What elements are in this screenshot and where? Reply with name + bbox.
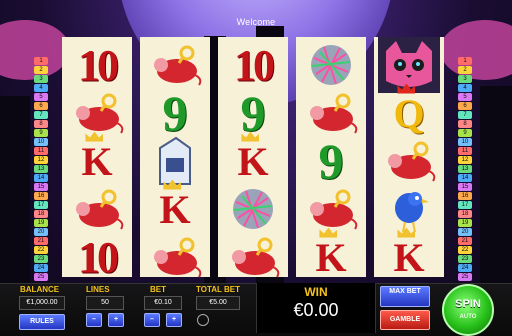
reel-4: 9K xyxy=(296,37,366,280)
auto-label: AUTO xyxy=(459,314,477,320)
payline-indicator: 15 xyxy=(458,183,472,191)
lines-decrease-button[interactable]: – xyxy=(86,313,102,327)
payline-indicator: 10 xyxy=(458,138,472,146)
balance-value: €1,000.00 xyxy=(19,296,65,310)
payline-indicator: 18 xyxy=(458,210,472,218)
payline-indicator: 9 xyxy=(34,129,48,137)
payline-indicator: 21 xyxy=(34,237,48,245)
payline-indicator: 21 xyxy=(458,237,472,245)
payline-indicator: 6 xyxy=(34,102,48,110)
balance-label: BALANCE xyxy=(20,285,60,294)
payline-indicator: 17 xyxy=(34,201,48,209)
payline-indicator: 22 xyxy=(34,246,48,254)
payline-indicator: 19 xyxy=(34,219,48,227)
payline-indicator: 15 xyxy=(34,183,48,191)
spin-label: SPIN xyxy=(455,298,481,310)
payline-indicator: 9 xyxy=(458,129,472,137)
cloud-right xyxy=(440,20,512,80)
payline-indicator: 12 xyxy=(34,156,48,164)
payline-indicator: 18 xyxy=(34,210,48,218)
payline-indicator: 16 xyxy=(458,192,472,200)
wind-up-mouse-icon xyxy=(140,227,210,287)
payline-indicators-right: 1 2 3 4 5 6 7 8 9 10 11 12 13 14 15 16 17 18 19 20 21 22 23 24 2… xyxy=(458,57,472,282)
payline-indicator: 3 xyxy=(34,75,48,83)
payline-indicator: 16 xyxy=(34,192,48,200)
reel-3: 10 9 K xyxy=(218,37,288,278)
wind-up-mouse-icon xyxy=(218,227,288,287)
payline-indicator: 22 xyxy=(458,246,472,254)
payline-indicator: 10 xyxy=(34,138,48,146)
payline-indicator: 24 xyxy=(458,264,472,272)
bet-value: €0.10 xyxy=(144,296,182,310)
king-symbol: K xyxy=(296,227,366,287)
spin-button[interactable]: SPIN AUTO xyxy=(442,284,494,336)
payline-indicator: 1 xyxy=(34,57,48,65)
bet-decrease-button[interactable]: – xyxy=(144,313,160,327)
payline-indicator: 20 xyxy=(458,228,472,236)
reel-5: QK xyxy=(374,37,444,280)
payline-indicator: 14 xyxy=(34,174,48,182)
king-symbol: K xyxy=(374,227,444,287)
payline-indicator: 4 xyxy=(34,84,48,92)
lines-label: LINES xyxy=(86,285,110,294)
payline-indicator: 5 xyxy=(458,93,472,101)
bet-label: BET xyxy=(150,285,166,294)
payline-indicator: 7 xyxy=(458,111,472,119)
clock-icon xyxy=(197,314,209,326)
gamble-button[interactable]: GAMBLE xyxy=(380,310,430,330)
payline-indicator: 7 xyxy=(34,111,48,119)
payline-indicator: 2 xyxy=(34,66,48,74)
payline-indicator: 8 xyxy=(458,120,472,128)
max-bet-button[interactable]: MAX BET xyxy=(380,286,430,307)
payline-indicator: 13 xyxy=(34,165,48,173)
payline-indicator: 2 xyxy=(458,66,472,74)
payline-indicator: 11 xyxy=(34,147,48,155)
payline-indicator: 14 xyxy=(458,174,472,182)
welcome-message: Welcome xyxy=(236,17,276,27)
payline-indicator: 23 xyxy=(458,255,472,263)
payline-indicator: 20 xyxy=(34,228,48,236)
lines-increase-button[interactable]: + xyxy=(108,313,124,327)
rules-button[interactable]: RULES xyxy=(19,314,65,330)
reel-1: 10 K 10 xyxy=(62,37,132,282)
bet-increase-button[interactable]: + xyxy=(166,313,182,327)
payline-indicator: 25 xyxy=(34,273,48,281)
payline-indicator: 13 xyxy=(458,165,472,173)
lines-value: 50 xyxy=(86,296,124,310)
ten-symbol: 10 xyxy=(78,232,119,282)
payline-indicator: 23 xyxy=(34,255,48,263)
total-bet-value: €5.00 xyxy=(196,296,240,310)
total-bet-label: TOTAL BET xyxy=(196,285,240,294)
win-value: €0.00 xyxy=(293,300,339,320)
payline-indicator: 24 xyxy=(34,264,48,272)
payline-indicator: 12 xyxy=(458,156,472,164)
payline-indicator: 11 xyxy=(458,147,472,155)
reel-2: 9K xyxy=(140,37,210,278)
payline-indicator: 8 xyxy=(34,120,48,128)
payline-indicator: 17 xyxy=(458,201,472,209)
payline-indicator: 5 xyxy=(34,93,48,101)
payline-indicator: 6 xyxy=(458,102,472,110)
payline-indicator: 1 xyxy=(458,57,472,65)
win-label: WIN xyxy=(304,285,328,299)
payline-indicators-left: 1 2 3 4 5 6 7 8 9 10 11 12 13 14 15 16 17 18 19 20 21 22 23 24 2… xyxy=(34,57,48,282)
win-display: WIN €0.00 xyxy=(256,283,376,333)
game-scene: Welcome 1 2 3 4 5 6 7 8 9 10 11 12 13 14 15 16 17 18 19 20 2… xyxy=(0,0,512,336)
payline-indicator: 19 xyxy=(458,219,472,227)
payline-indicator: 3 xyxy=(458,75,472,83)
payline-indicator: 25 xyxy=(458,273,472,281)
payline-indicator: 4 xyxy=(458,84,472,92)
